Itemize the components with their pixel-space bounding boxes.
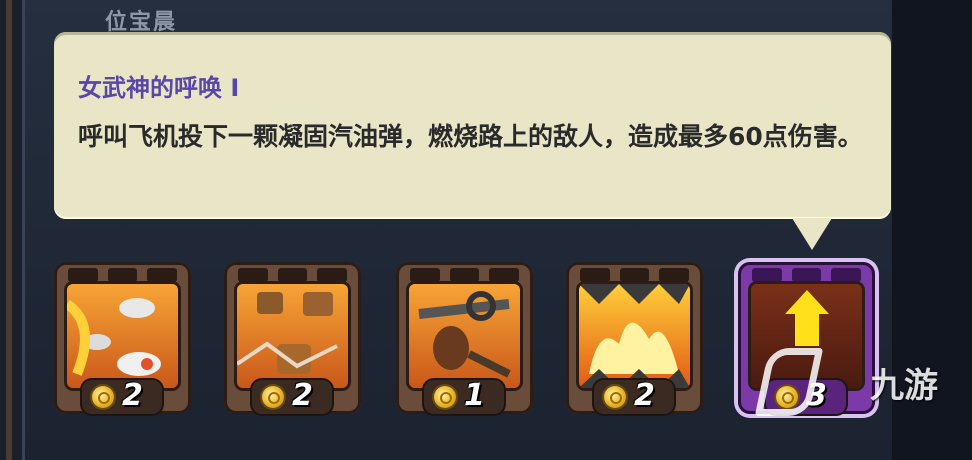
skill-card-missile-strike[interactable]: 2 (54, 262, 191, 414)
upgrade-slots (752, 268, 862, 282)
skill-title: 女武神的呼唤 I (78, 74, 240, 102)
slot (791, 268, 822, 282)
slot (277, 268, 308, 282)
upgrade-slots (68, 268, 178, 282)
slot (619, 268, 650, 282)
cost-value: 2 (292, 378, 313, 413)
cost-value: 1 (464, 378, 485, 413)
slot (752, 268, 782, 282)
fire-icon (579, 284, 690, 388)
slot (580, 268, 610, 282)
cost-badge: 2 (82, 378, 162, 414)
skill-description: 呼叫飞机投下一颗凝固汽油弹，燃烧路上的敌人，造成最多60点伤害。 (78, 122, 863, 151)
coin-icon (434, 386, 456, 408)
slot (489, 268, 520, 282)
upgrade-slots (410, 268, 520, 282)
slot (410, 268, 440, 282)
upgrade-arrow-stem (795, 314, 819, 346)
coin-icon (92, 386, 114, 408)
watermark-text: 九游 (870, 366, 938, 406)
left-frame (0, 0, 22, 460)
upgrade-slots (238, 268, 348, 282)
cost-value: 2 (122, 378, 143, 413)
rocks-icon (237, 284, 348, 388)
slot (238, 268, 268, 282)
left-frame-stripe (6, 0, 12, 460)
upgrade-slots (580, 268, 690, 282)
slot (659, 268, 690, 282)
upgrade-arrow-icon (785, 290, 829, 314)
skill-card-chain-grapple[interactable]: 1 (396, 262, 533, 414)
cost-badge: 2 (594, 378, 674, 414)
skill-tooltip: 女武神的呼唤 I 呼叫飞机投下一颗凝固汽油弹，燃烧路上的敌人，造成最多60点伤害… (54, 32, 891, 219)
cost-badge: 2 (252, 378, 332, 414)
slot (107, 268, 138, 282)
tooltip-pointer (792, 218, 832, 250)
slot (449, 268, 480, 282)
coin-icon (262, 386, 284, 408)
cost-value: 2 (634, 378, 655, 413)
slot (317, 268, 348, 282)
slot (68, 268, 98, 282)
cost-badge: 1 (424, 378, 504, 414)
skill-card-fire-wall[interactable]: 2 (566, 262, 703, 414)
missile-icon (67, 284, 178, 388)
skill-card-rock-barrage[interactable]: 2 (224, 262, 361, 414)
chain-icon (409, 284, 520, 388)
coin-icon (604, 386, 626, 408)
slot (147, 268, 178, 282)
slot (831, 268, 862, 282)
